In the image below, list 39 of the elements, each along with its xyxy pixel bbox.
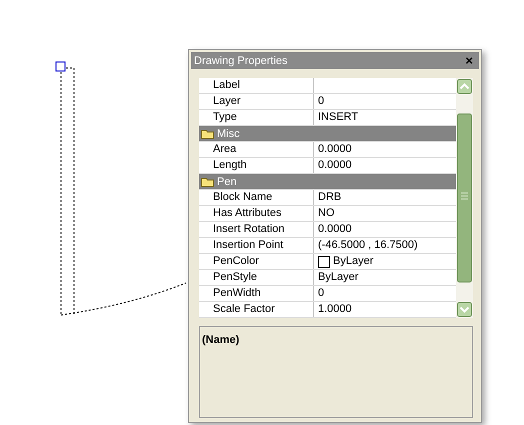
property-value[interactable]: (-46.5000 , 16.7500) [314,238,456,253]
category-label: Misc [217,128,240,140]
description-title: (Name) [202,334,240,346]
property-value[interactable]: INSERT [314,110,456,125]
property-value[interactable]: 0 [314,286,456,301]
window-title: Drawing Properties [194,54,288,66]
property-name[interactable]: Insertion Point [211,238,314,253]
property-value[interactable]: DRB [314,190,456,205]
property-name[interactable]: Type [211,110,314,125]
scrollbar[interactable] [456,78,473,318]
property-name[interactable]: Layer [211,94,314,109]
property-name[interactable]: Label [211,78,314,93]
category-label: Pen [217,176,237,188]
category-header[interactable]: Misc [199,126,456,142]
property-value[interactable]: 0.0000 [314,158,456,173]
property-name[interactable]: PenColor [211,254,314,269]
folder-icon [201,128,214,138]
color-swatch [318,256,330,268]
scroll-thumb-icon[interactable] [456,113,473,283]
property-value[interactable]: 1.0000 [314,302,456,317]
property-name[interactable]: Block Name [211,190,314,205]
property-name[interactable]: Has Attributes [211,206,314,221]
scroll-down-icon[interactable] [456,301,473,318]
property-value[interactable]: ByLayer [314,254,456,269]
category-header[interactable]: Pen [199,174,456,190]
property-name[interactable]: Area [211,142,314,157]
property-value[interactable]: 0 [314,94,456,109]
scroll-up-icon[interactable] [456,78,473,95]
property-value[interactable]: 0.0000 [314,142,456,157]
property-value[interactable]: NO [314,206,456,221]
property-name[interactable]: Length [211,158,314,173]
close-button[interactable]: × [465,54,473,67]
property-name[interactable]: Scale Factor [211,302,314,317]
property-name[interactable]: PenWidth [211,286,314,301]
property-value[interactable]: ByLayer [314,270,456,285]
property-value[interactable]: 0.0000 [314,222,456,237]
folder-icon [201,176,214,186]
property-name[interactable]: Insert Rotation [211,222,314,237]
property-name[interactable]: PenStyle [211,270,314,285]
